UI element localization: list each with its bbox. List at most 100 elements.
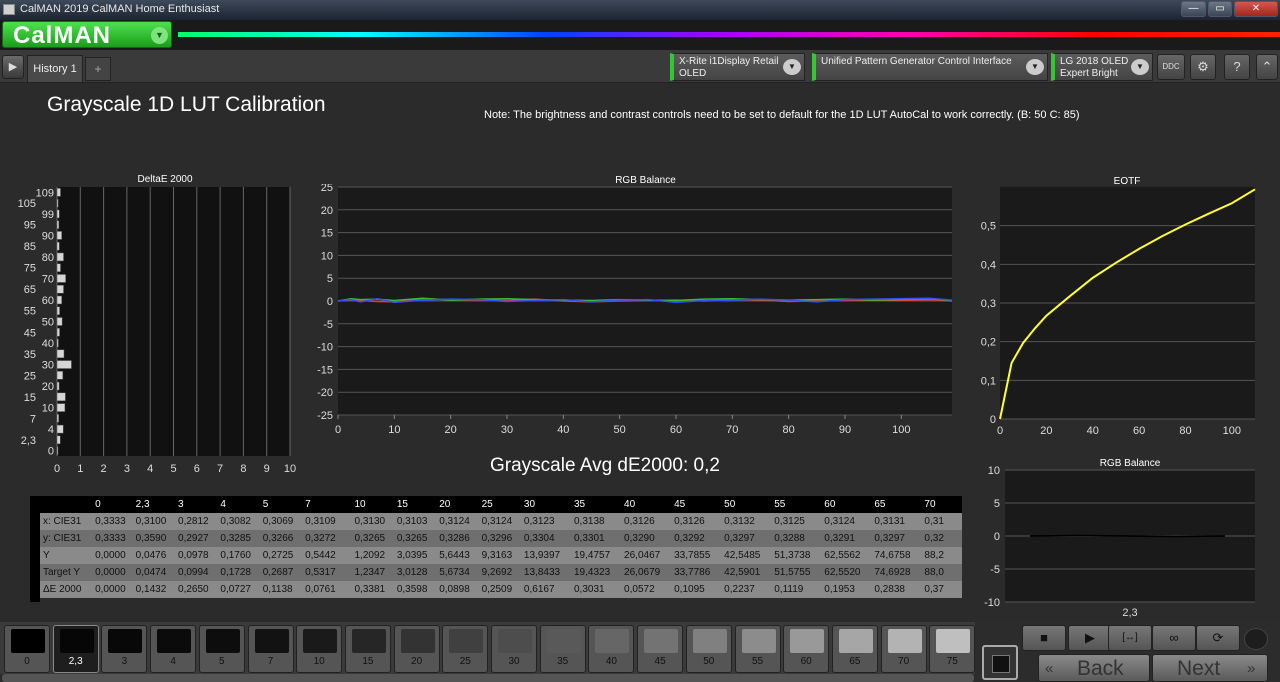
gear-icon: ⚙ bbox=[1197, 59, 1209, 74]
table-row: Y 0,0000 0,0476 0,0978 0,1760 0,2725 0,5442 1,2… bbox=[40, 547, 962, 564]
patch-swatch[interactable]: 45 bbox=[637, 625, 684, 673]
patch-swatch[interactable]: 75 bbox=[929, 625, 976, 673]
table-cell: 0,3132 bbox=[724, 513, 775, 530]
table-cell: 0,32 bbox=[924, 530, 962, 547]
x-tick-label: 60 bbox=[670, 424, 682, 434]
x-tick-label: 60 bbox=[1133, 425, 1145, 437]
column-header: 30 bbox=[523, 496, 574, 513]
ddc-button[interactable]: DDC bbox=[1157, 54, 1185, 80]
expand-panel-button[interactable]: ▶ bbox=[2, 55, 24, 79]
table-cell: 0,0000 bbox=[95, 547, 136, 564]
patch-swatch[interactable]: 60 bbox=[783, 625, 830, 673]
y-tick-label: 25 bbox=[24, 370, 36, 382]
play-button[interactable]: ▶ bbox=[1068, 625, 1112, 651]
patch-swatch[interactable]: 35 bbox=[539, 625, 586, 673]
y-tick-label: 10 bbox=[988, 465, 1000, 477]
patch-swatch[interactable]: 0 bbox=[4, 625, 50, 673]
y-tick-label: -25 bbox=[317, 410, 333, 422]
table-cell: 33,7786 bbox=[674, 564, 725, 581]
patch-swatch[interactable]: 20 bbox=[393, 625, 440, 673]
x-tick-label: 70 bbox=[726, 424, 738, 434]
patch-label: 50 bbox=[703, 656, 715, 667]
table-cell: 0,2650 bbox=[178, 581, 221, 598]
next-button[interactable]: Next » bbox=[1152, 654, 1268, 682]
maximize-button[interactable]: ▭ bbox=[1208, 1, 1232, 17]
calman-menu-button[interactable]: CalMAN ▼ bbox=[2, 21, 172, 49]
y-tick-label: 4 bbox=[48, 424, 54, 436]
rgb-balance-chart: 2520151050-5-10-15-20-250 10 20 30 40 50 60 70 8… bbox=[317, 184, 953, 434]
patch-swatch[interactable]: 15 bbox=[344, 625, 391, 673]
patch-swatch[interactable]: 30 bbox=[491, 625, 537, 673]
patch-color-chip bbox=[351, 629, 386, 653]
patch-color-chip bbox=[692, 629, 727, 653]
help-icon: ? bbox=[1233, 59, 1241, 74]
patch-swatch[interactable]: 5 bbox=[198, 625, 245, 673]
table-cell: 0,2838 bbox=[874, 581, 925, 598]
patch-swatch[interactable]: 7 bbox=[247, 625, 294, 673]
patch-swatch[interactable]: 3 bbox=[101, 625, 148, 673]
settings-button[interactable]: ⚙ bbox=[1190, 54, 1216, 80]
patch-swatch[interactable]: 4 bbox=[150, 625, 197, 673]
patch-swatch[interactable]: 55 bbox=[734, 625, 781, 673]
patch-swatch[interactable]: 65 bbox=[831, 625, 878, 673]
generator-selector[interactable]: Unified Pattern Generator Control Interf… bbox=[812, 53, 1048, 81]
stop-button[interactable]: ■ bbox=[1022, 625, 1066, 651]
play-icon: ▶ bbox=[8, 61, 18, 73]
table-row-header-strip bbox=[30, 496, 40, 602]
y-tick-label: 0,4 bbox=[981, 259, 996, 271]
y-tick-label: 105 bbox=[18, 198, 36, 210]
patch-swatch[interactable]: 50 bbox=[685, 625, 732, 673]
patch-swatch[interactable]: 2,3 bbox=[52, 625, 99, 673]
patch-scrollbar[interactable] bbox=[2, 674, 974, 682]
column-header: 20 bbox=[439, 496, 482, 513]
patch-color-chip bbox=[449, 629, 484, 653]
continuous-button[interactable]: ∞ bbox=[1152, 625, 1196, 651]
patch-color-chip bbox=[254, 629, 289, 653]
y-tick-label: 7 bbox=[30, 413, 36, 425]
close-button[interactable]: ✕ bbox=[1234, 1, 1278, 17]
back-button[interactable]: « Back bbox=[1038, 654, 1150, 682]
deltae-bar bbox=[56, 371, 64, 380]
deltae-bar bbox=[56, 274, 66, 283]
tab-history-1[interactable]: History 1 bbox=[27, 55, 83, 82]
help-button[interactable]: ? bbox=[1224, 54, 1250, 80]
table-cell: 42,5901 bbox=[724, 564, 775, 581]
patch-swatch[interactable]: 70 bbox=[880, 625, 927, 673]
add-tab-button[interactable]: + bbox=[85, 57, 111, 81]
x-tick-label: 7 bbox=[217, 463, 223, 475]
table-cell: 0,3301 bbox=[573, 530, 625, 547]
table-cell: 0,3265 bbox=[354, 530, 397, 547]
patch-swatch[interactable]: 40 bbox=[588, 625, 635, 673]
patch-label: 40 bbox=[605, 656, 617, 667]
column-header: 4 bbox=[220, 496, 263, 513]
table-cell: 0,1138 bbox=[262, 581, 306, 598]
table-cell: 3,0395 bbox=[396, 547, 440, 564]
table-cell: 0,0000 bbox=[95, 581, 136, 598]
deltae-bar bbox=[56, 414, 59, 423]
table-cell: 0,2927 bbox=[178, 530, 221, 547]
read-series-button[interactable]: [↔] bbox=[1108, 625, 1152, 651]
patch-color-chip bbox=[11, 629, 45, 653]
autocal-button[interactable]: ⟳ bbox=[1196, 625, 1240, 651]
collapse-button[interactable]: ⌃ bbox=[1256, 54, 1278, 80]
table-cell: 74,6758 bbox=[874, 547, 925, 564]
minimize-button[interactable]: — bbox=[1181, 1, 1206, 17]
patch-label: 65 bbox=[849, 656, 861, 667]
table-cell: 0,1119 bbox=[774, 581, 825, 598]
patch-swatch[interactable]: 10 bbox=[296, 625, 343, 673]
table-cell: 13,9397 bbox=[523, 547, 574, 564]
deltae-bar bbox=[56, 360, 72, 369]
patch-swatch[interactable]: 25 bbox=[442, 625, 489, 673]
x-tick-label: 5 bbox=[170, 463, 176, 475]
chevron-up-icon: ⌃ bbox=[1261, 59, 1273, 74]
patch-color-chip bbox=[790, 629, 825, 653]
display-selector[interactable]: LG 2018 OLED Expert Bright ▼ bbox=[1051, 53, 1153, 81]
window-title: CalMAN 2019 CalMAN Home Enthusiast bbox=[20, 3, 220, 15]
table-cell: 0,3590 bbox=[135, 530, 179, 547]
stop-continuous-button[interactable] bbox=[982, 645, 1018, 680]
x-tick-label: 0 bbox=[335, 424, 341, 434]
table-cell: 51,3738 bbox=[774, 547, 825, 564]
patch-color-chip bbox=[108, 629, 143, 653]
meter-selector[interactable]: X-Rite i1Display Retail OLED ▼ bbox=[670, 53, 805, 81]
x-label: 2,3 bbox=[1122, 607, 1137, 618]
